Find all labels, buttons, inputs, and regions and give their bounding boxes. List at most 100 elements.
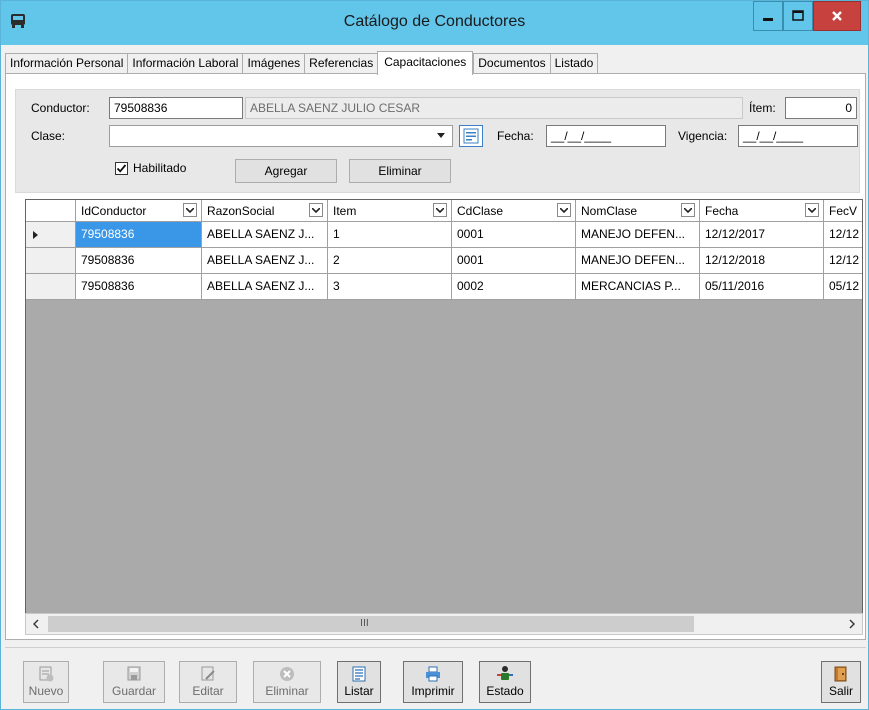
item-field[interactable]: 0 [785,97,857,119]
listar-button[interactable]: Listar [337,661,381,703]
column-header-razonsocial[interactable]: RazonSocial [202,200,328,222]
minimize-button[interactable] [753,1,783,31]
imprimir-button[interactable]: Imprimir [403,661,463,703]
tab-strip: Información Personal Información Laboral… [5,51,599,75]
filter-dropdown-icon[interactable] [183,203,197,217]
conductor-label: Conductor: [31,101,90,115]
exit-door-icon [834,666,847,682]
column-header-item[interactable]: Item [328,200,452,222]
column-header-idconductor[interactable]: IdConductor [76,200,202,222]
column-header-fecv[interactable]: FecV [824,200,862,222]
eliminar-toolbar-button[interactable]: Eliminar [253,661,321,703]
table-cell[interactable]: 1 [328,222,452,248]
button-label: Guardar [111,684,157,698]
chevron-right-icon [849,619,855,629]
filter-dropdown-icon[interactable] [433,203,447,217]
table-cell[interactable]: 12/12 [824,248,862,274]
tab-referencias[interactable]: Referencias [304,53,378,74]
filter-dropdown-icon[interactable] [557,203,571,217]
scroll-left-button[interactable] [26,614,46,634]
status-person-icon [497,666,513,680]
column-header-nomclase[interactable]: NomClase [576,200,700,222]
table-row[interactable]: 79508836 ABELLA SAENZ J... 1 0001 MANEJO… [26,222,862,248]
table-cell[interactable]: 2 [328,248,452,274]
scroll-thumb[interactable]: III [48,616,694,632]
window-title: Catálogo de Conductores [343,13,526,30]
close-icon [832,11,842,21]
table-cell[interactable]: 3 [328,274,452,300]
table-cell[interactable]: 79508836 [76,274,202,300]
save-icon [127,666,141,681]
table-cell[interactable]: 0001 [452,248,576,274]
tab-capacitaciones[interactable]: Capacitaciones [377,51,474,75]
vigencia-field[interactable]: __/__/____ [738,125,858,147]
scroll-grip: III [360,618,369,629]
filter-dropdown-icon[interactable] [681,203,695,217]
table-cell[interactable]: 05/12 [824,274,862,300]
table-cell[interactable]: 79508836 [76,222,202,248]
table-cell[interactable]: ABELLA SAENZ J... [202,222,328,248]
vigencia-label: Vigencia: [678,129,728,143]
column-title: Fecha [705,204,739,218]
table-cell[interactable]: MANEJO DEFEN... [576,248,700,274]
clase-select[interactable] [109,125,453,147]
tab-listado[interactable]: Listado [549,53,599,74]
button-label: Listar [344,684,374,698]
toolbar-divider [5,647,866,648]
table-cell[interactable]: ABELLA SAENZ J... [202,248,328,274]
table-cell[interactable]: 05/11/2016 [700,274,824,300]
eliminar-button[interactable]: Eliminar [349,159,451,183]
filter-dropdown-icon[interactable] [309,203,323,217]
filter-dropdown-icon[interactable] [805,203,819,217]
table-cell[interactable]: MANEJO DEFEN... [576,222,700,248]
table-cell[interactable]: 12/12/2018 [700,248,824,274]
button-label: Imprimir [411,684,455,698]
editar-button[interactable]: Editar [179,661,237,703]
column-header-cdclase[interactable]: CdClase [452,200,576,222]
row-header[interactable] [26,222,76,248]
scroll-right-button[interactable] [842,614,862,634]
table-cell[interactable]: MERCANCIAS P... [576,274,700,300]
item-label: Ítem: [749,101,776,115]
grid-header: IdConductor RazonSocial Item CdClase Nom… [26,200,862,222]
minimize-icon [763,18,773,21]
list-icon [352,666,366,682]
fecha-field[interactable]: __/__/____ [546,125,666,147]
agregar-button[interactable]: Agregar [235,159,337,183]
table-row[interactable]: 79508836 ABELLA SAENZ J... 2 0001 MANEJO… [26,248,862,274]
column-header-fecha[interactable]: Fecha [700,200,824,222]
conductor-id-field[interactable]: 79508836 [109,97,243,119]
table-cell[interactable]: 0002 [452,274,576,300]
chevron-down-icon[interactable] [437,133,445,139]
table-cell[interactable]: ABELLA SAENZ J... [202,274,328,300]
nuevo-button[interactable]: Nuevo [23,661,69,703]
guardar-button[interactable]: Guardar [103,661,165,703]
habilitado-label: Habilitado [133,161,187,175]
fecha-label: Fecha: [497,129,534,143]
current-row-arrow-icon [33,231,38,239]
salir-button[interactable]: Salir [821,661,861,703]
tab-imagenes[interactable]: Imágenes [242,53,305,74]
habilitado-checkbox[interactable] [115,162,128,175]
row-header[interactable] [26,274,76,300]
row-header[interactable] [26,248,76,274]
tab-informacion-personal[interactable]: Información Personal [5,53,128,74]
table-row[interactable]: 79508836 ABELLA SAENZ J... 3 0002 MERCAN… [26,274,862,300]
calendar-button[interactable] [459,125,483,147]
tab-documentos[interactable]: Documentos [473,53,550,74]
table-cell[interactable]: 12/12/2017 [700,222,824,248]
delete-icon [280,667,294,681]
button-label: Editar [192,684,224,698]
checkmark-icon [116,164,127,173]
edit-icon [201,666,215,681]
close-button[interactable] [813,1,861,31]
maximize-button[interactable] [783,1,813,31]
tab-informacion-laboral[interactable]: Información Laboral [127,53,243,74]
table-cell[interactable]: 12/12 [824,222,862,248]
title-bar: Catálogo de Conductores [1,1,868,45]
training-grid[interactable]: IdConductor RazonSocial Item CdClase Nom… [25,199,863,633]
estado-button[interactable]: Estado [479,661,531,703]
table-cell[interactable]: 0001 [452,222,576,248]
table-cell[interactable]: 79508836 [76,248,202,274]
horizontal-scrollbar[interactable]: III [25,613,863,635]
